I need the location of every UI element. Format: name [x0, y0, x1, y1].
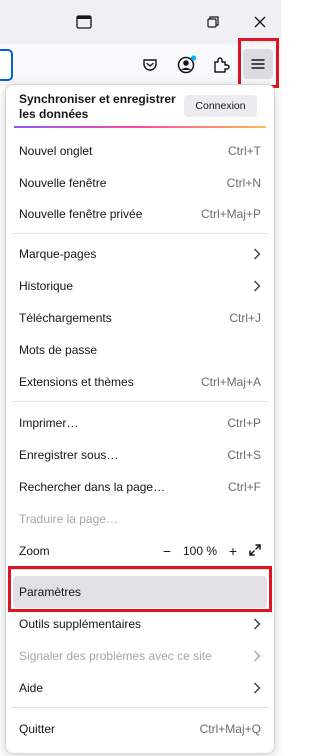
menu-item-label: Outils supplémentaires [19, 617, 142, 631]
menu-item-print[interactable]: Imprimer… Ctrl+P [13, 407, 267, 439]
menu-item-label: Mots de passe [19, 343, 98, 357]
shortcut-label: Ctrl+Maj+Q [199, 722, 261, 736]
menu-item-label: Historique [19, 279, 74, 293]
menu-item-new-window[interactable]: Nouvelle fenêtre Ctrl+N [13, 167, 267, 199]
url-bar[interactable] [0, 49, 13, 81]
menu-item-label: Extensions et thèmes [19, 375, 134, 389]
menu-item-label: Signaler des problèmes avec ce site [19, 649, 212, 663]
menu-item-label: Zoom [19, 544, 50, 558]
chevron-right-icon [253, 618, 261, 630]
menu-item-label: Nouvelle fenêtre privée [19, 207, 143, 221]
shortcut-label: Ctrl+Maj+A [200, 375, 261, 389]
sync-gradient-divider [14, 126, 266, 128]
menu-separator [11, 707, 269, 708]
menu-item-history[interactable]: Historique [13, 270, 267, 302]
chevron-right-icon [253, 248, 261, 260]
zoom-in-button[interactable]: + [225, 543, 241, 559]
shortcut-label: Ctrl+J [229, 311, 261, 325]
menu-item-find-in-page[interactable]: Rechercher dans la page… Ctrl+F [13, 471, 267, 503]
pocket-icon[interactable] [136, 51, 164, 79]
menu-item-more-tools[interactable]: Outils supplémentaires [13, 608, 267, 640]
zoom-out-button[interactable]: − [159, 543, 175, 559]
menu-item-new-tab[interactable]: Nouvel onglet Ctrl+T [13, 135, 267, 167]
menu-separator [11, 401, 269, 402]
menu-item-save-as[interactable]: Enregistrer sous… Ctrl+S [13, 439, 267, 471]
shortcut-label: Ctrl+T [228, 144, 261, 158]
settings-highlight [8, 566, 272, 612]
app-menu-panel: Synchroniser et enregistrer les données … [5, 84, 275, 754]
menu-item-downloads[interactable]: Téléchargements Ctrl+J [13, 302, 267, 334]
menu-item-zoom: Zoom − 100 % + [13, 535, 267, 567]
fullscreen-icon[interactable] [249, 543, 261, 559]
menu-item-label: Nouvelle fenêtre [19, 176, 107, 190]
menu-item-label: Traduire la page… [19, 512, 118, 526]
menu-item-label: Enregistrer sous… [19, 448, 119, 462]
menu-item-quit[interactable]: Quitter Ctrl+Maj+Q [13, 713, 267, 745]
menu-item-translate-page: Traduire la page… [13, 503, 267, 535]
menu-item-new-private-window[interactable]: Nouvelle fenêtre privée Ctrl+Maj+P [13, 198, 267, 230]
menu-item-label: Téléchargements [19, 311, 112, 325]
menu-item-bookmarks[interactable]: Marque-pages [13, 238, 267, 270]
chevron-right-icon [253, 682, 261, 694]
shortcut-label: Ctrl+Maj+P [200, 207, 261, 221]
extensions-icon[interactable] [207, 51, 235, 79]
zoom-controls: − 100 % + [159, 543, 261, 559]
menu-item-help[interactable]: Aide [13, 672, 267, 704]
restore-icon[interactable] [198, 7, 228, 37]
menu-item-label: Marque-pages [19, 247, 97, 261]
menu-separator [11, 233, 269, 234]
menu-item-report-site-issue: Signaler des problèmes avec ce site [13, 640, 267, 672]
menu-item-label: Aide [19, 681, 44, 695]
shortcut-label: Ctrl+S [227, 448, 261, 462]
close-icon[interactable] [245, 7, 275, 37]
menu-item-label: Nouvel onglet [19, 144, 93, 158]
shortcut-label: Ctrl+F [228, 480, 261, 494]
chevron-right-icon [253, 650, 261, 662]
menu-item-extensions-themes[interactable]: Extensions et thèmes Ctrl+Maj+A [13, 366, 267, 398]
window-icon[interactable] [69, 7, 99, 37]
account-icon[interactable] [172, 51, 200, 79]
zoom-level[interactable]: 100 % [183, 544, 217, 558]
menu-item-label: Quitter [19, 722, 56, 736]
connexion-button[interactable]: Connexion [184, 95, 257, 117]
menu-item-passwords[interactable]: Mots de passe [13, 334, 267, 366]
chevron-right-icon [253, 280, 261, 292]
menu-item-label: Imprimer… [19, 416, 79, 430]
hamburger-menu-icon[interactable] [243, 49, 273, 79]
shortcut-label: Ctrl+N [226, 176, 261, 190]
sync-title: Synchroniser et enregistrer les données [19, 92, 176, 121]
shortcut-label: Ctrl+P [227, 416, 261, 430]
menu-item-label: Rechercher dans la page… [19, 480, 166, 494]
